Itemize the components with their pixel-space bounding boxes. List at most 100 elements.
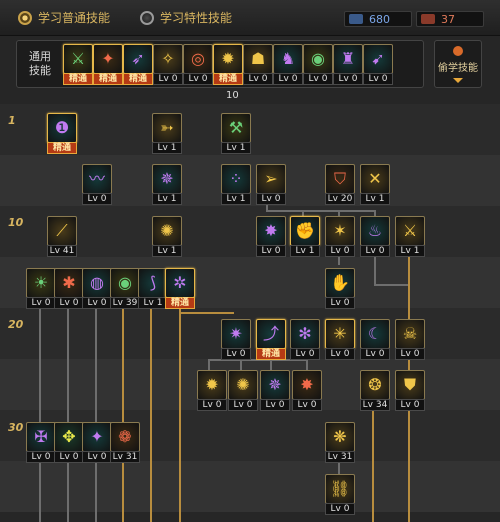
skill-level-label: Lv 1 [152, 142, 182, 154]
skill-slot[interactable]: ✠ Lv 0 [26, 422, 56, 463]
skill-slot[interactable]: ◍ Lv 0 [82, 268, 112, 309]
skill-slot[interactable]: ☗ Lv 0 [243, 44, 273, 85]
skill-level-label: Lv 0 [221, 348, 251, 360]
skill-slot[interactable]: ✸ Lv 0 [256, 216, 286, 257]
skill-slot[interactable]: ✹ 精通 [213, 44, 243, 85]
skill-slot[interactable]: ❁ Lv 31 [110, 422, 140, 463]
skill-level-label: 精通 [47, 142, 77, 154]
skill-flex-icon: ♜ [333, 44, 363, 74]
skill-arrow-icon: ➢ [256, 164, 286, 194]
skill-level-label: Lv 0 [197, 399, 227, 411]
skill-level-label: Lv 0 [228, 399, 258, 411]
top-bar: 学习普通技能 学习特性技能 680 37 [0, 0, 500, 36]
skill-whip-icon: 〰 [82, 164, 112, 194]
skill-flame-icon: ✶ [325, 216, 355, 246]
skill-slot[interactable]: ♜ Lv 0 [333, 44, 363, 85]
skill-target-icon: ◎ [183, 44, 213, 74]
connector-line [150, 297, 152, 522]
skill-slot[interactable]: ⚔ 精通 [63, 44, 93, 85]
skill-level-label: Lv 1 [395, 245, 425, 257]
skill-slot[interactable]: ⁘ Lv 1 [221, 164, 251, 205]
skill-slot[interactable]: ➳ Lv 1 [152, 113, 182, 154]
skill-ring-icon: ◍ [82, 268, 112, 298]
skill-flare-icon: ❂ [360, 370, 390, 400]
skill-slot[interactable]: ✷ Lv 0 [221, 319, 251, 360]
skill-wings-icon: ✧ [153, 44, 183, 74]
skill-slot[interactable]: ⟋ Lv 41 [47, 216, 77, 257]
skill-level-label: Lv 39 [110, 297, 140, 309]
skill-slot[interactable]: ✺ Lv 1 [152, 216, 182, 257]
skill-claw-icon: ✻ [290, 319, 320, 349]
skill-pyre-icon: ✦ [82, 422, 112, 452]
skill-slot[interactable]: ✥ Lv 0 [54, 422, 84, 463]
skill-slot[interactable]: ⛉ Lv 20 [325, 164, 355, 205]
skill-slot[interactable]: ✵ Lv 0 [260, 370, 290, 411]
points-red-counter: 37 [416, 11, 484, 27]
skill-swirl-icon: ✺ [152, 216, 182, 246]
skill-level-label: Lv 0 [82, 297, 112, 309]
skill-leap-icon: ➶ [123, 44, 153, 74]
skill-slot[interactable]: ✧ Lv 0 [153, 44, 183, 85]
skill-jump-icon: ⤴ [256, 319, 286, 349]
skill-spear-icon: ➳ [152, 113, 182, 143]
skill-eye-icon: ◉ [110, 268, 140, 298]
skill-slot[interactable]: ◎ Lv 0 [183, 44, 213, 85]
skill-level-label: Lv 0 [360, 348, 390, 360]
skill-slot[interactable]: ✱ Lv 0 [54, 268, 84, 309]
skill-slot[interactable]: ❋ Lv 31 [325, 422, 355, 463]
connector-line [95, 297, 97, 522]
radio-unchecked-icon [140, 10, 154, 25]
skill-level-label: Lv 1 [152, 193, 182, 205]
skill-blast-icon: ✹ [197, 370, 227, 400]
steal-skills-label: 偷学技能 [438, 63, 478, 74]
skill-slot[interactable]: ➹ Lv 0 [363, 44, 393, 85]
skill-slot[interactable]: ☠ Lv 0 [395, 319, 425, 360]
skill-guard-icon: ☗ [243, 44, 273, 74]
skill-slot[interactable]: ✺ Lv 0 [228, 370, 258, 411]
skill-slot[interactable]: ✳ Lv 0 [325, 319, 355, 360]
skill-slot[interactable]: ⚔ Lv 1 [395, 216, 425, 257]
skill-slot[interactable]: ✕ Lv 1 [360, 164, 390, 205]
skill-slot[interactable]: ⟆ Lv 1 [138, 268, 168, 309]
skill-slot[interactable]: ✹ Lv 0 [197, 370, 227, 411]
skill-level-label: 精通 [93, 73, 123, 85]
skill-slot[interactable]: ➶ 精通 [123, 44, 153, 85]
skill-slot[interactable]: ❂ Lv 34 [360, 370, 390, 411]
skill-level-label: 精通 [213, 73, 243, 85]
points-blue-value: 680 [369, 12, 390, 26]
skill-level-label: Lv 0 [82, 451, 112, 463]
skill-sigil-icon: ✳ [325, 319, 355, 349]
connector-line [372, 400, 374, 522]
skill-run-icon: ⚔ [63, 44, 93, 74]
skill-slot[interactable]: ✵ Lv 1 [152, 164, 182, 205]
skill-slot[interactable]: ⤴ 精通 [256, 319, 286, 360]
skill-slot[interactable]: ☾ Lv 0 [360, 319, 390, 360]
skill-slot[interactable]: ◉ Lv 39 [110, 268, 140, 309]
skill-slot[interactable]: ✲ 精通 [165, 268, 195, 309]
skill-slot[interactable]: ✸ Lv 0 [292, 370, 322, 411]
skill-slot[interactable]: ✋ Lv 0 [325, 268, 355, 309]
skill-slot[interactable]: ♨ Lv 0 [360, 216, 390, 257]
skill-slot[interactable]: ❶ 精通 [47, 113, 77, 154]
skill-slot[interactable]: ◉ Lv 0 [303, 44, 333, 85]
learn-special-radio[interactable]: 学习特性技能 [140, 9, 232, 26]
skill-fire-icon: ♨ [360, 216, 390, 246]
skill-slot[interactable]: ✻ Lv 0 [290, 319, 320, 360]
skill-slot[interactable]: ⚒ Lv 1 [221, 113, 251, 154]
skill-nova-icon: ✵ [260, 370, 290, 400]
skill-slot[interactable]: ✦ 精通 [93, 44, 123, 85]
skill-level-label: 精通 [123, 73, 153, 85]
skill-slot[interactable]: ☀ Lv 0 [26, 268, 56, 309]
skill-slot[interactable]: 〰 Lv 0 [82, 164, 112, 205]
skill-slot[interactable]: ✊ Lv 1 [290, 216, 320, 257]
learn-normal-radio[interactable]: 学习普通技能 [18, 9, 110, 26]
skill-slot[interactable]: ⛊ Lv 0 [395, 370, 425, 411]
skill-slot[interactable]: ✶ Lv 0 [325, 216, 355, 257]
skill-slot[interactable]: ➢ Lv 0 [256, 164, 286, 205]
skill-slot[interactable]: ♞ Lv 0 [273, 44, 303, 85]
skill-slot[interactable]: ⛓ Lv 0 [325, 474, 355, 515]
steal-skills-button[interactable]: 偷学技能 [434, 40, 482, 88]
connector-line [266, 210, 376, 212]
skill-level-label: Lv 1 [221, 193, 251, 205]
skill-slot[interactable]: ✦ Lv 0 [82, 422, 112, 463]
